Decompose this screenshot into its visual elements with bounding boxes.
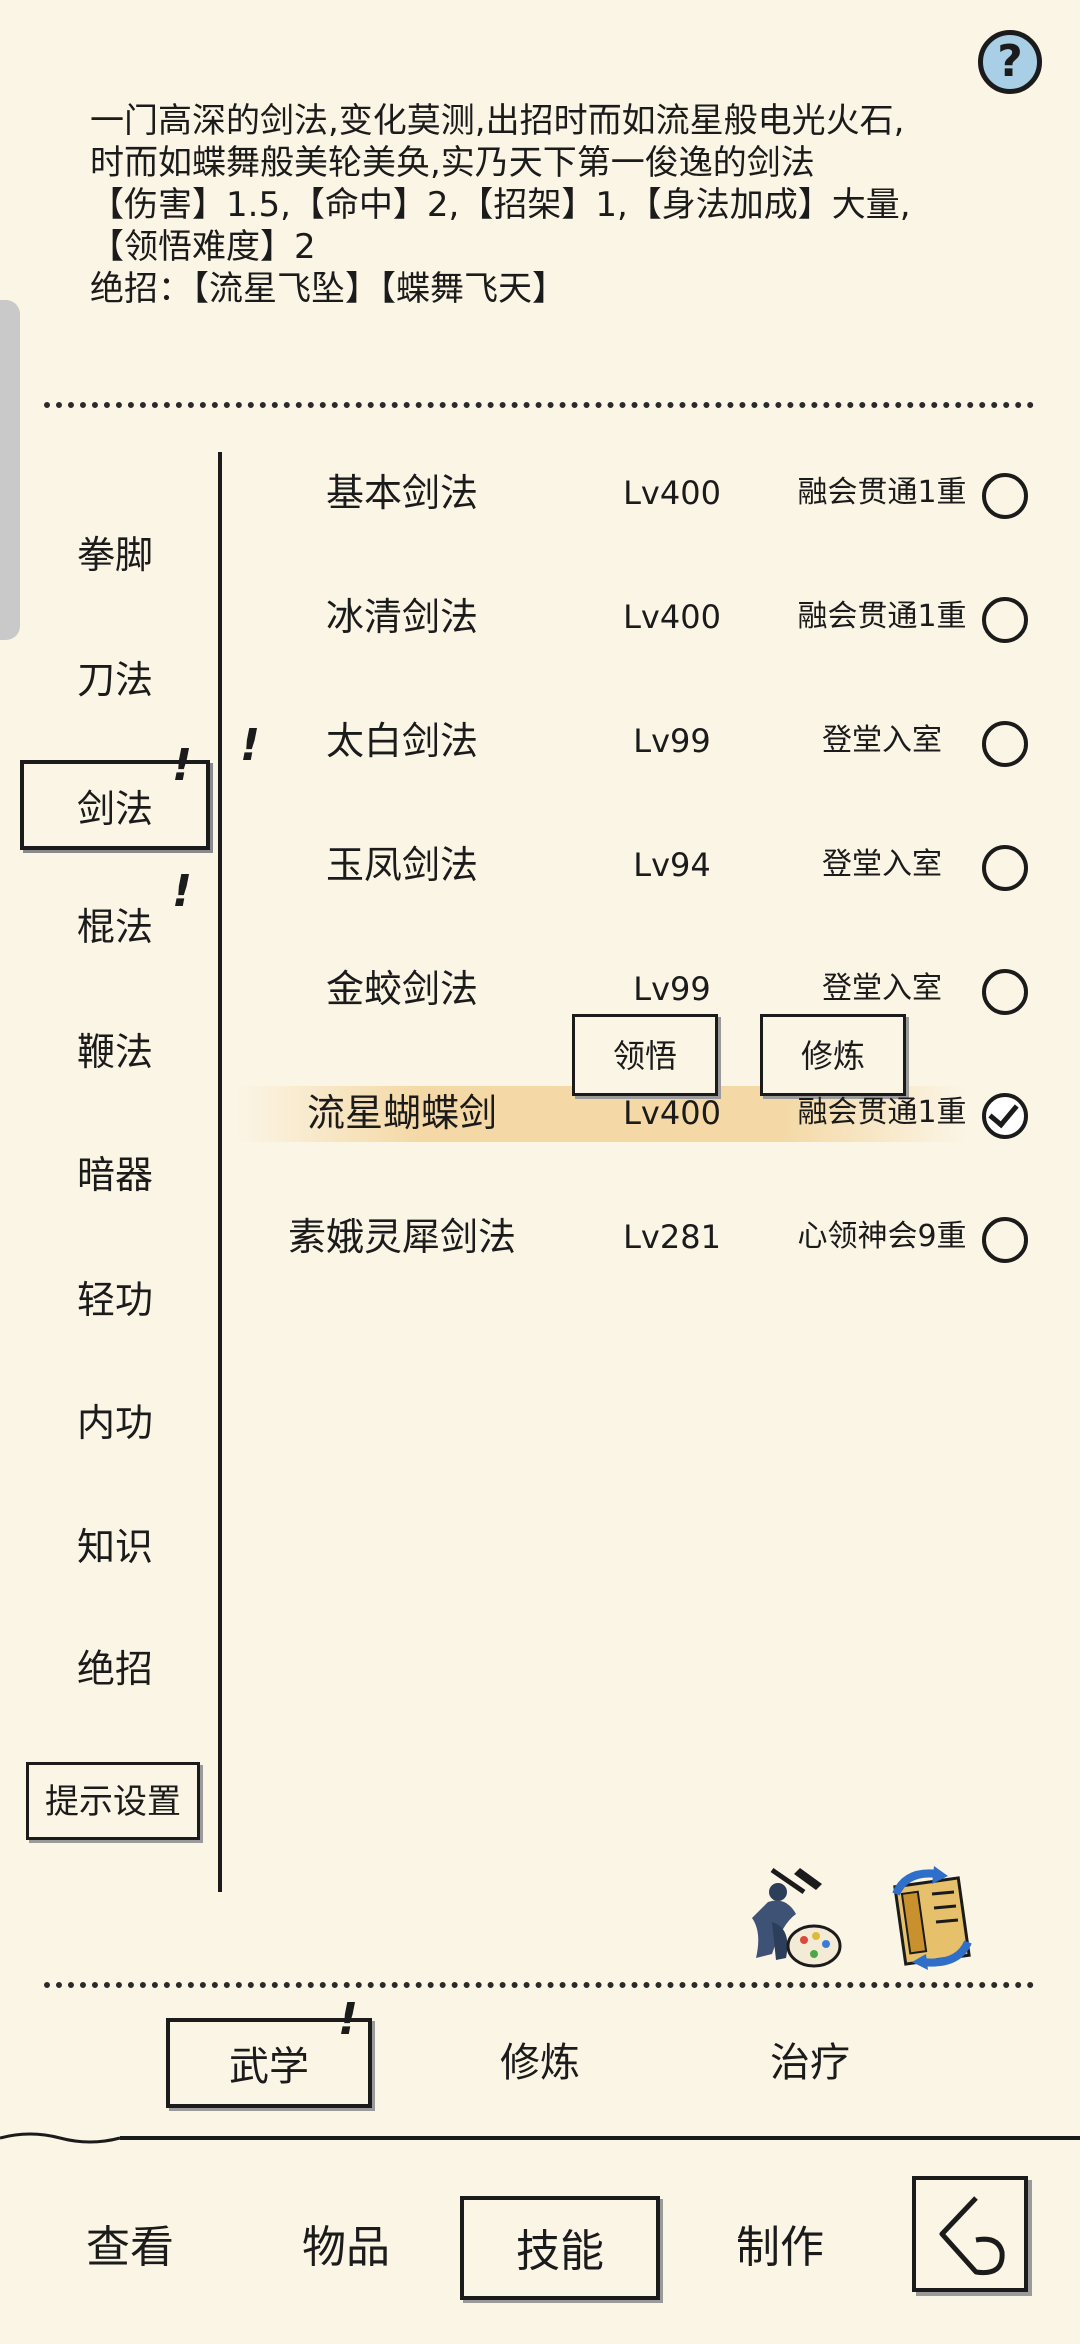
skill-name: 流星蝴蝶剑: [306, 1091, 497, 1135]
skill-name: 玉凤剑法: [325, 843, 478, 887]
alert-icon: !: [172, 740, 193, 791]
skill-row[interactable]: 基本剑法 Lv400 融会贯通1重: [222, 448, 1080, 538]
tab-view[interactable]: 查看: [50, 2196, 210, 2300]
equip-radio-checked[interactable]: [982, 1093, 1028, 1139]
skill-name: 金蛟剑法: [325, 967, 478, 1011]
edge-handle[interactable]: [0, 300, 20, 640]
skill-row-selected[interactable]: 流星蝴蝶剑 Lv400 融会贯通1重: [222, 1068, 1080, 1158]
help-button[interactable]: ?: [978, 30, 1042, 94]
skill-name: 冰清剑法: [325, 595, 478, 639]
skill-row[interactable]: 冰清剑法 Lv400 融会贯通1重: [222, 572, 1080, 662]
skill-description: 一门高深的剑法,变化莫测,出招时而如流星般电光火石, 时而如蝶舞般美轮美奂,实乃…: [90, 100, 1010, 310]
tab-items[interactable]: 物品: [266, 2196, 426, 2300]
subtab-heal[interactable]: 治疗: [710, 2018, 910, 2108]
skill-row[interactable]: 素娥灵犀剑法 Lv281 心领神会9重: [222, 1192, 1080, 1282]
alert-icon: !: [338, 1994, 359, 2045]
dotted-divider: [44, 402, 1034, 408]
description-line: 一门高深的剑法,变化莫测,出招时而如流星般电光火石,: [90, 101, 905, 141]
tab-skills[interactable]: 技能: [460, 2196, 660, 2300]
back-icon: [939, 2196, 1005, 2276]
skill-row[interactable]: 玉凤剑法 Lv94 登堂入室: [222, 820, 1080, 910]
skill-name: 太白剑法: [325, 719, 478, 763]
scroll-swap-icon[interactable]: [876, 1864, 984, 1972]
description-line: 【领悟难度】2: [90, 227, 316, 267]
category-neigong[interactable]: 内功: [20, 1378, 210, 1468]
equip-radio[interactable]: [982, 969, 1028, 1015]
skill-row[interactable]: 太白剑法 Lv99 登堂入室: [222, 696, 1080, 786]
category-qinggong[interactable]: 轻功: [20, 1255, 210, 1345]
equip-radio[interactable]: [982, 597, 1028, 643]
skill-name: 素娥灵犀剑法: [287, 1215, 516, 1259]
category-daofa[interactable]: 刀法: [20, 635, 210, 725]
description-line: 时而如蝶舞般美轮美奂,实乃天下第一俊逸的剑法: [90, 143, 815, 183]
equip-radio[interactable]: [982, 721, 1028, 767]
tab-craft[interactable]: 制作: [700, 2196, 860, 2300]
category-juezhao[interactable]: 绝招: [20, 1624, 210, 1714]
description-line: 【伤害】1.5,【命中】2,【招架】1,【身法加成】大量,: [90, 185, 911, 225]
equip-radio[interactable]: [982, 845, 1028, 891]
category-bianfa[interactable]: 鞭法: [20, 1007, 210, 1097]
category-zhishi[interactable]: 知识: [20, 1502, 210, 1592]
ground-line: [0, 2132, 1080, 2144]
equip-radio[interactable]: [982, 473, 1028, 519]
description-line: 绝招：【流星飞坠】【蝶舞飞天】: [90, 269, 566, 309]
equip-radio[interactable]: [982, 1217, 1028, 1263]
category-divider: [218, 452, 222, 1892]
tip-settings-button[interactable]: 提示设置: [26, 1762, 200, 1840]
subtab-practice[interactable]: 修炼: [440, 2018, 640, 2108]
back-button[interactable]: [912, 2176, 1028, 2292]
category-anqi[interactable]: 暗器: [20, 1130, 210, 1220]
category-quanjiao[interactable]: 拳脚: [20, 510, 210, 600]
skill-name: 基本剑法: [325, 471, 478, 515]
dotted-divider: [44, 1982, 1034, 1988]
alert-icon: !: [172, 866, 193, 917]
swordsman-palette-icon[interactable]: [742, 1862, 850, 1972]
